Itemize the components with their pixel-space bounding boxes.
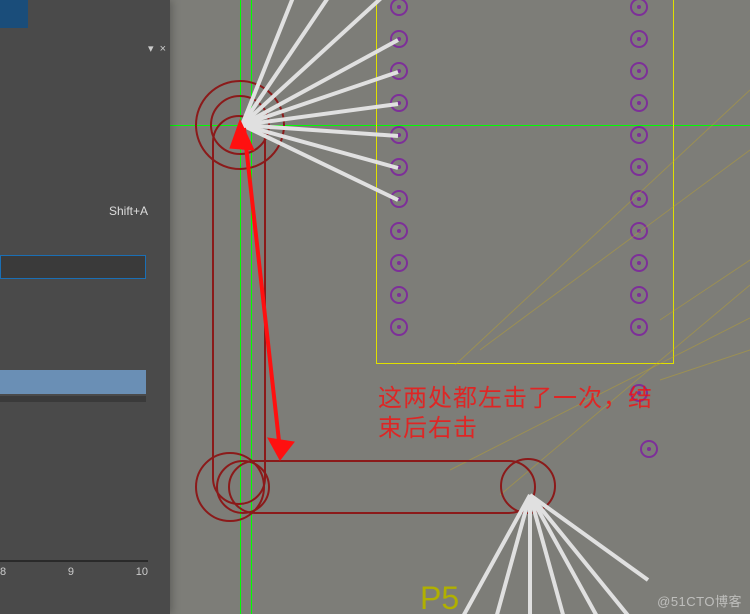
panel-body: Shift+A 8 9 10 150 200 xyxy=(0,60,160,614)
selection-rect xyxy=(376,0,674,364)
pad[interactable] xyxy=(390,62,408,80)
label-p5: P5 xyxy=(420,580,459,614)
watermark: @51CTO博客 xyxy=(657,591,742,610)
annotation-line2: 束后右击 xyxy=(378,415,478,442)
pad[interactable] xyxy=(390,190,408,208)
outline-circle-br xyxy=(500,458,556,514)
annotation-text: 这两处都左击了一次，结 束后右击 xyxy=(378,384,748,444)
shortcut-label: Shift+A xyxy=(109,200,148,222)
slider-1-track[interactable] xyxy=(0,560,148,562)
pad[interactable] xyxy=(390,254,408,272)
pad[interactable] xyxy=(390,222,408,240)
list-divider xyxy=(0,396,146,402)
outline-slot-horizontal xyxy=(228,460,536,514)
pad[interactable] xyxy=(630,30,648,48)
tick: 8 xyxy=(0,566,6,578)
side-panel[interactable]: ▾ × Shift+A 8 9 10 150 200 xyxy=(0,0,170,614)
pad[interactable] xyxy=(630,286,648,304)
dropdown[interactable] xyxy=(0,255,146,279)
panel-header: ▾ × xyxy=(148,42,166,55)
outline-slot-vertical xyxy=(212,115,266,505)
pad[interactable] xyxy=(630,318,648,336)
panel-corner xyxy=(0,0,28,28)
pad[interactable] xyxy=(390,126,408,144)
pad[interactable] xyxy=(390,286,408,304)
pad[interactable] xyxy=(630,222,648,240)
pad[interactable] xyxy=(390,94,408,112)
annotation-line1: 这两处都左击了一次，结 xyxy=(378,385,653,412)
collapse-icon[interactable]: ▾ xyxy=(148,42,154,55)
pad[interactable] xyxy=(630,126,648,144)
pad[interactable] xyxy=(390,158,408,176)
pad[interactable] xyxy=(630,158,648,176)
pad[interactable] xyxy=(390,30,408,48)
pad[interactable] xyxy=(630,190,648,208)
slider-1-ticks: 8 9 10 xyxy=(0,566,148,578)
tick: 10 xyxy=(136,566,148,578)
pad[interactable] xyxy=(630,94,648,112)
pad[interactable] xyxy=(630,254,648,272)
pad[interactable] xyxy=(630,62,648,80)
pad[interactable] xyxy=(390,318,408,336)
close-icon[interactable]: × xyxy=(160,43,166,55)
tick: 9 xyxy=(68,566,74,578)
list-selection[interactable] xyxy=(0,370,146,394)
